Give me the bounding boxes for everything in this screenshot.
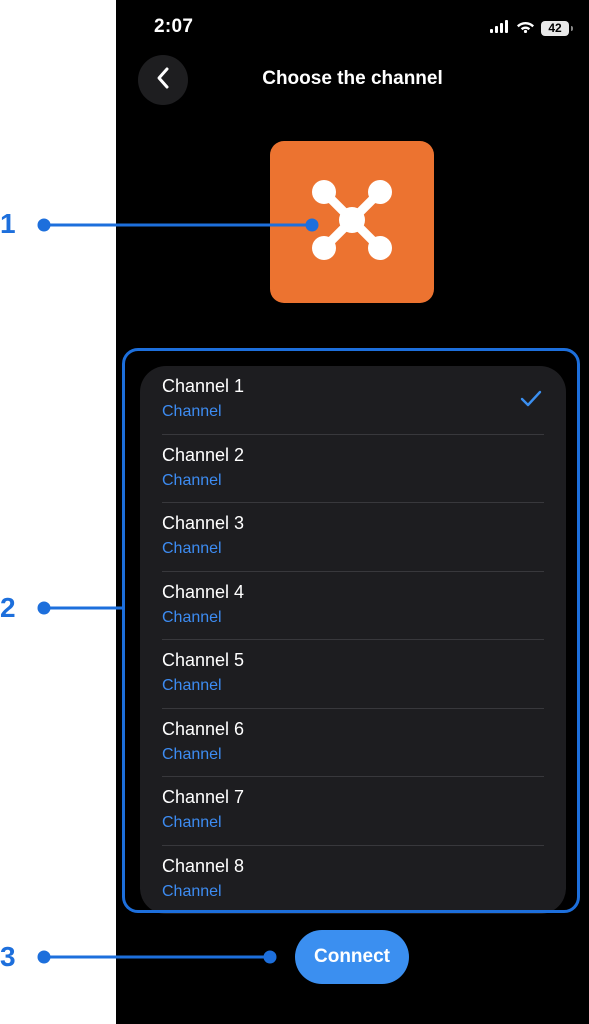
callout-dot-3: [37, 950, 51, 964]
callout-number-2: 2: [0, 592, 16, 623]
callout-dot-2: [37, 601, 51, 615]
callout-dot-1-end: [305, 218, 319, 232]
callout-number-3: 3: [0, 941, 16, 972]
callout-number-1: 1: [0, 208, 16, 239]
callout-dot-1: [37, 218, 51, 232]
callout-dot-3-end: [263, 950, 277, 964]
callout-lines: [37, 218, 319, 964]
